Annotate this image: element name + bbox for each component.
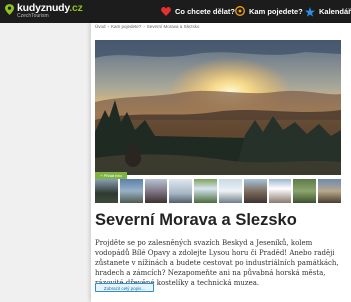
region-description: Projděte se po zalesněných svazích Besky… [95,239,339,287]
thumbnail[interactable] [293,179,317,203]
thumbnail[interactable] [268,179,292,203]
star-icon [305,6,315,17]
location-pin-icon [235,6,245,16]
breadcrumb-where-to-go[interactable]: Kam pojedete? [111,24,141,29]
thumbnail[interactable] [318,179,341,203]
logo-pin-icon [5,4,14,15]
breadcrumb-current: Severní Morava a Slezsko [146,24,200,29]
thumbnail[interactable] [243,179,267,203]
thumbnail[interactable] [119,179,143,203]
thumbnail[interactable] [194,179,217,203]
top-navigation-bar: kudyznudy.cz CzechTourism Co chcete děla… [0,0,351,23]
landscape-photo [95,40,341,175]
breadcrumb-home[interactable]: Úvod [95,24,106,29]
thumbnail[interactable] [144,179,168,203]
nav-what-to-do-label: Co chcete dělat? [175,7,236,16]
nav-calendar-label: Kalendář a [319,7,351,16]
show-full-description-button[interactable]: Zobrazit celý popis... [95,283,154,292]
logo-subtitle: CzechTourism [17,13,49,19]
thumbnail[interactable] [218,179,242,203]
thumbnail[interactable] [169,179,193,203]
heart-icon [161,7,171,16]
nav-where-to-go-label: Kam pojedete? [249,7,303,16]
add-photo-button[interactable]: + Přidat foto [95,172,127,179]
breadcrumb: Úvod › Kam pojedete? › Severní Morava a Slez… [95,24,200,29]
hero-image[interactable] [95,40,341,175]
nav-what-to-do[interactable]: Co chcete dělat? [161,0,235,23]
nav-calendar[interactable]: Kalendář a [305,0,351,23]
page-title: Severní Morava a Slezsko [95,211,297,229]
thumbnail[interactable] [95,179,118,203]
nav-where-to-go[interactable]: Kam pojedete? [235,0,303,23]
thumbnail-strip [95,179,341,203]
